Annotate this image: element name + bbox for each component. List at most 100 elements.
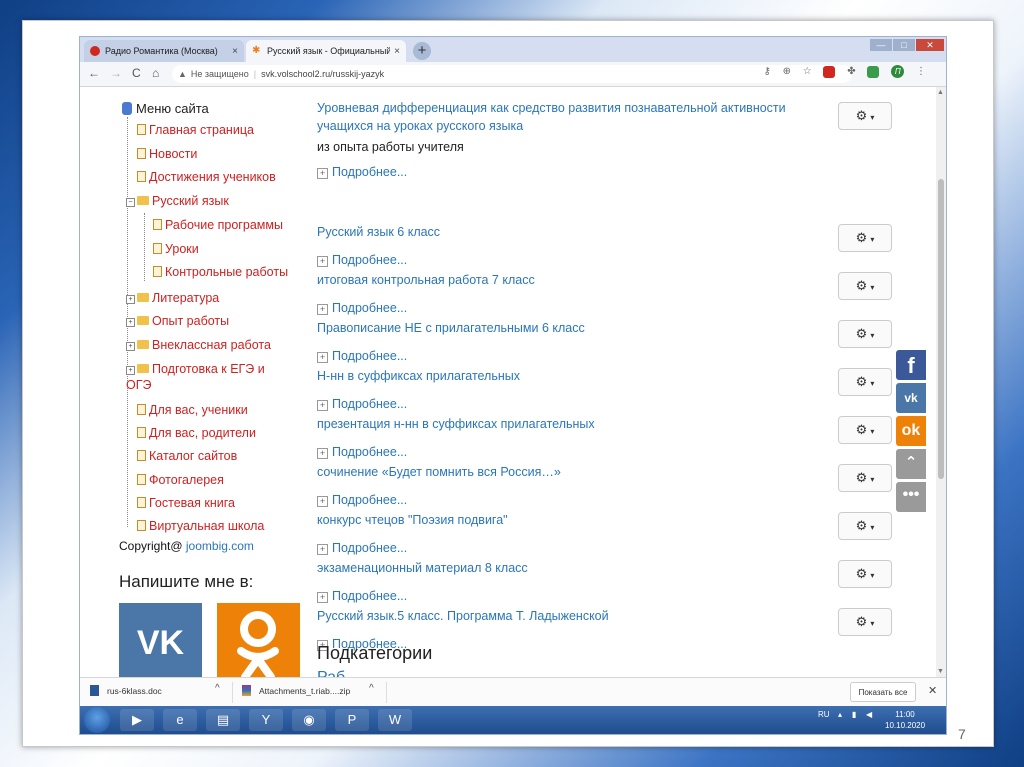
article-options-button[interactable]: ⚙ ▾ xyxy=(838,608,892,636)
download-item-zip[interactable]: Attachments_t.riab....zip xyxy=(242,685,350,696)
readmore-link[interactable]: + Подробнее... xyxy=(317,493,407,507)
facebook-share-button[interactable]: f xyxy=(896,350,926,380)
article-options-button[interactable]: ⚙ ▾ xyxy=(838,560,892,588)
sidebar-item-for-parents[interactable]: Для вас, родители xyxy=(137,426,256,440)
readmore-link[interactable]: + Подробнее... xyxy=(317,589,407,603)
start-button[interactable] xyxy=(84,707,110,733)
language-indicator[interactable]: RU xyxy=(818,710,830,719)
chevron-up-icon[interactable]: ^ xyxy=(215,683,220,694)
sidebar-item-catalog[interactable]: Каталог сайтов xyxy=(137,449,237,463)
sidebar-item-tests[interactable]: Контрольные работы xyxy=(153,265,288,279)
close-icon[interactable]: × xyxy=(232,46,238,57)
article-options-button[interactable]: ⚙ ▾ xyxy=(838,224,892,252)
article-title[interactable]: Русский язык.5 класс. Программа Т. Ладыж… xyxy=(317,607,822,625)
chrome-icon[interactable]: ◉ xyxy=(292,709,326,731)
more-share-button[interactable]: ••• xyxy=(896,482,926,512)
sidebar-item-work-programs[interactable]: Рабочие программы xyxy=(153,218,283,232)
article-options-button[interactable]: ⚙ ▾ xyxy=(838,368,892,396)
chevron-up-icon[interactable]: ^ xyxy=(369,683,374,694)
sidebar-item-gallery[interactable]: Фотогалерея xyxy=(137,473,224,487)
article-title[interactable]: экзаменационный материал 8 класс xyxy=(317,559,822,577)
sidebar-item-guestbook[interactable]: Гостевая книга xyxy=(137,496,235,510)
network-icon[interactable]: ▮ xyxy=(852,710,856,719)
file-explorer-icon[interactable]: ▤ xyxy=(206,709,240,731)
sidebar-item-achievements[interactable]: Достижения учеников xyxy=(137,170,276,184)
puzzle-icon[interactable]: ✤ xyxy=(847,66,855,77)
readmore-link[interactable]: + Подробнее... xyxy=(317,397,407,411)
copyright-link[interactable]: joombig.com xyxy=(186,539,254,553)
sidebar-item-virtual-school[interactable]: Виртуальная школа xyxy=(137,519,264,533)
sidebar-item-experience[interactable]: + Опыт работы xyxy=(126,314,229,328)
expand-icon[interactable]: + xyxy=(126,295,135,304)
sidebar-item-exam-prep[interactable]: + Подготовка к ЕГЭ и ОГЭ xyxy=(126,361,276,393)
article-title[interactable]: итоговая контрольная работа 7 класс xyxy=(317,271,822,289)
clock[interactable]: 11:00 10.10.2020 xyxy=(885,709,925,731)
article-options-button[interactable]: ⚙ ▾ xyxy=(838,464,892,492)
article-options-button[interactable]: ⚙ ▾ xyxy=(838,320,892,348)
article-title[interactable]: Н-нн в суффиксах прилагательных xyxy=(317,367,822,385)
home-button[interactable]: ⌂ xyxy=(152,66,159,80)
expand-icon[interactable]: + xyxy=(126,342,135,351)
sidebar-item-home[interactable]: Главная страница xyxy=(137,123,254,137)
profile-avatar[interactable]: П xyxy=(891,65,905,78)
maximize-button[interactable]: □ xyxy=(893,39,915,51)
media-player-icon[interactable]: ▶ xyxy=(120,709,154,731)
scroll-top-button[interactable]: ⌃ xyxy=(896,449,926,479)
article-options-button[interactable]: ⚙ ▾ xyxy=(838,102,892,130)
tab-russkij-yazyk[interactable]: ✱ Русский язык - Официальный с × xyxy=(246,40,406,62)
readmore-link[interactable]: + Подробнее... xyxy=(317,541,407,555)
scrollbar[interactable]: ▲ ▼ xyxy=(936,87,946,677)
minimize-button[interactable]: — xyxy=(870,39,892,51)
volume-icon[interactable]: ◀ xyxy=(866,710,872,719)
scroll-down-icon[interactable]: ▼ xyxy=(937,668,944,675)
sidebar-item-russian[interactable]: − Русский язык xyxy=(126,194,229,208)
ok-share-button[interactable]: ok xyxy=(896,416,926,446)
zoom-icon[interactable]: ⊕ xyxy=(783,66,791,77)
article-options-button[interactable]: ⚙ ▾ xyxy=(838,512,892,540)
internet-explorer-icon[interactable]: e xyxy=(163,709,197,731)
subcategory-link[interactable]: Раб xyxy=(317,669,345,677)
scroll-up-icon[interactable]: ▲ xyxy=(937,89,944,96)
forward-button[interactable]: → xyxy=(110,66,122,80)
expand-icon[interactable]: + xyxy=(126,318,135,327)
readmore-link[interactable]: + Подробнее... xyxy=(317,349,407,363)
scroll-thumb[interactable] xyxy=(938,179,944,479)
window-close-button[interactable]: ✕ xyxy=(916,39,944,51)
sidebar-item-news[interactable]: Новости xyxy=(137,147,197,161)
new-tab-button[interactable]: + xyxy=(413,42,431,60)
show-all-downloads-button[interactable]: Показать все xyxy=(850,682,916,702)
tray-arrow-icon[interactable]: ▴ xyxy=(838,710,842,719)
readmore-link[interactable]: + Подробнее... xyxy=(317,253,407,267)
ok-logo-button[interactable] xyxy=(217,603,300,677)
article-options-button[interactable]: ⚙ ▾ xyxy=(838,272,892,300)
article-options-button[interactable]: ⚙ ▾ xyxy=(838,416,892,444)
readmore-link[interactable]: + Подробнее... xyxy=(317,301,407,315)
tab-radio-romantika[interactable]: Радио Романтика (Москва) × xyxy=(84,40,244,62)
menu-dots-icon[interactable]: ⋮ xyxy=(916,66,926,77)
back-button[interactable]: ← xyxy=(88,66,100,80)
sidebar-item-literature[interactable]: + Литература xyxy=(126,291,219,305)
readmore-link[interactable]: + Подробнее... xyxy=(317,445,407,459)
vk-share-button[interactable]: vk xyxy=(896,383,926,413)
yandex-browser-icon[interactable]: Y xyxy=(249,709,283,731)
star-icon[interactable]: ☆ xyxy=(803,66,812,77)
article-title[interactable]: сочинение «Будет помнить вся Россия…» xyxy=(317,463,822,481)
extension-red-icon[interactable] xyxy=(823,65,836,78)
key-icon[interactable]: ⚷ xyxy=(763,66,770,77)
sidebar-item-for-students[interactable]: Для вас, ученики xyxy=(137,403,248,417)
article-title[interactable]: конкурс чтецов "Поэзия подвига" xyxy=(317,511,822,529)
extension-green-icon[interactable] xyxy=(867,65,880,78)
close-icon[interactable]: × xyxy=(394,46,400,57)
collapse-icon[interactable]: − xyxy=(126,198,135,207)
article-title[interactable]: презентация н-нн в суффиксах прилагатель… xyxy=(317,415,822,433)
url-input[interactable]: ▲ Не защищено | svk.volschool2.ru/russki… xyxy=(172,65,852,83)
download-item-doc[interactable]: rus-6klass.doc xyxy=(90,685,162,696)
article-title[interactable]: Уровневая дифференциация как средство ра… xyxy=(317,99,822,135)
powerpoint-icon[interactable]: P xyxy=(335,709,369,731)
readmore-link[interactable]: + Подробнее... xyxy=(317,165,407,179)
expand-icon[interactable]: + xyxy=(126,366,135,375)
close-icon[interactable]: ✕ xyxy=(928,684,937,697)
sidebar-item-extracurricular[interactable]: + Внеклассная работа xyxy=(126,338,271,352)
article-title[interactable]: Русский язык 6 класс xyxy=(317,223,822,241)
sidebar-item-lessons[interactable]: Уроки xyxy=(153,242,199,256)
